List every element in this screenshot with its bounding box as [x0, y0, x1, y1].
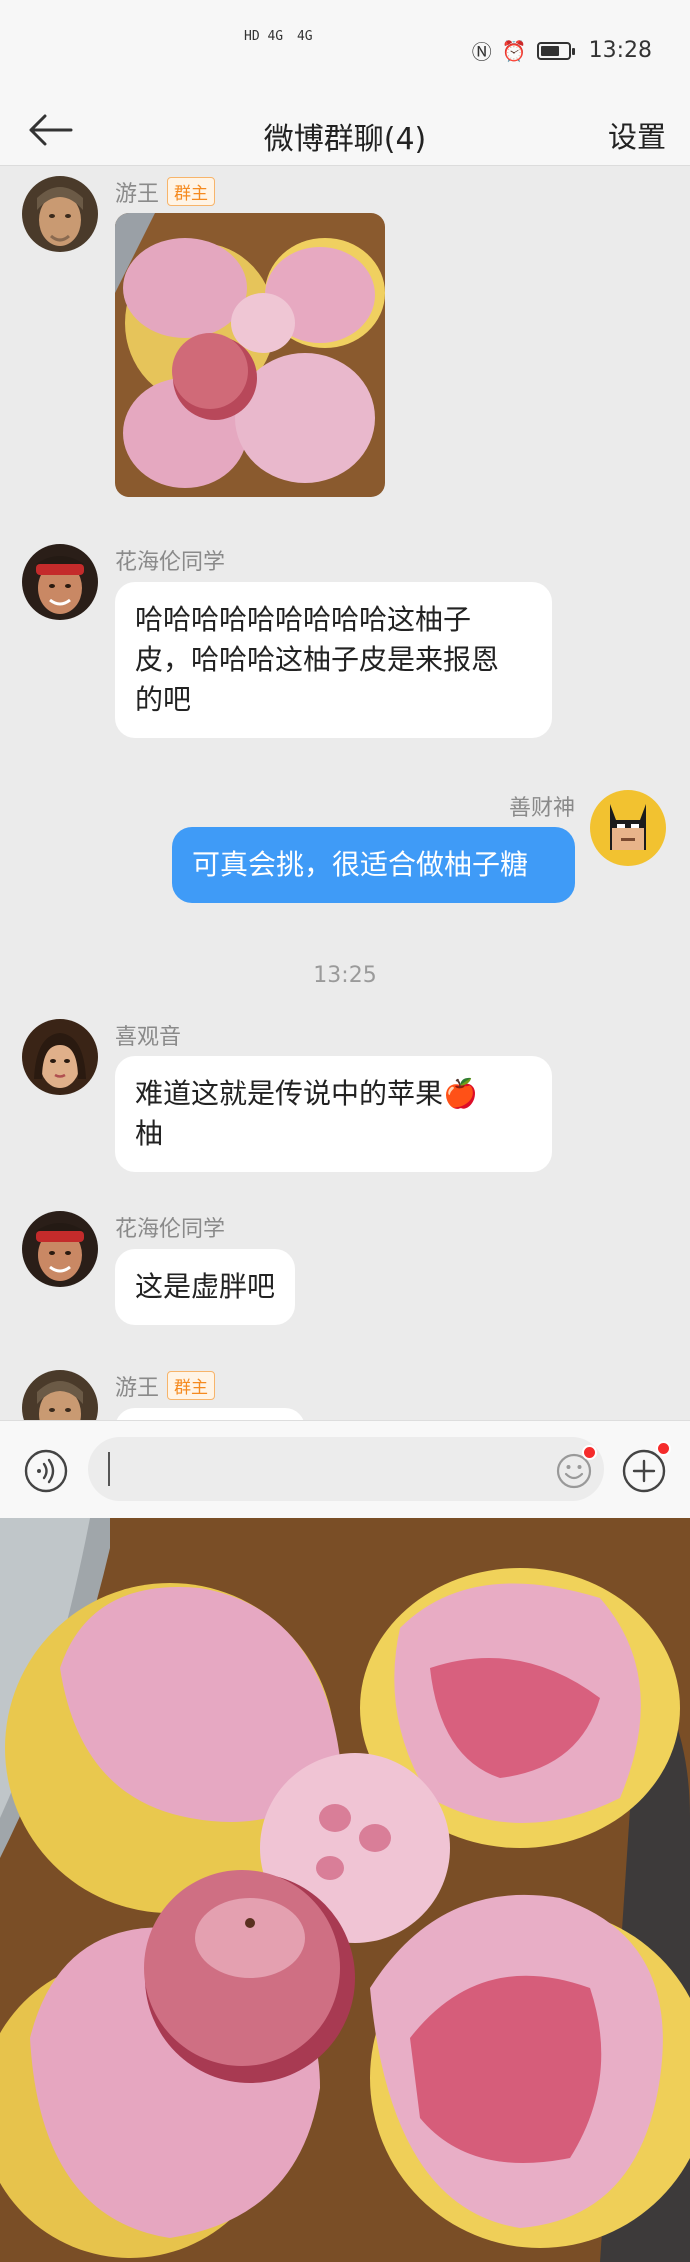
- notification-dot: [656, 1441, 671, 1456]
- message-line: 可真会挑，很适合做柚子糖: [192, 848, 529, 881]
- avatar-huahailun[interactable]: [22, 1211, 98, 1287]
- settings-button[interactable]: 设置: [608, 114, 666, 156]
- status-icons: Ⓝ ⏰ 13:28: [472, 36, 652, 65]
- plus-button[interactable]: [622, 1441, 671, 1493]
- message-line: 哈哈哈哈哈哈哈哈哈这柚子: [135, 603, 472, 636]
- avatar-xiguanyin[interactable]: [22, 1019, 98, 1095]
- message-bubble[interactable]: 这是虚胖吧: [115, 1249, 296, 1325]
- nfc-icon: Ⓝ: [471, 40, 492, 64]
- plus-icon: [622, 1449, 666, 1493]
- nav-bar: 微博群聊(4) 设置: [0, 94, 690, 166]
- battery-icon: [536, 41, 575, 60]
- message-list[interactable]: 游王 群主 花海伦同学 哈哈哈哈哈哈哈哈哈这柚子 皮，哈哈哈这柚子皮是来报恩 的…: [0, 166, 690, 1420]
- voice-icon: [24, 1449, 68, 1493]
- network-right: 4G: [296, 29, 313, 44]
- message-bubble[interactable]: 哈哈哈哈哈哈哈哈哈这柚子 皮，哈哈哈这柚子皮是来报恩 的吧: [115, 582, 552, 738]
- group-owner-badge: 群主: [167, 1371, 216, 1400]
- voice-button[interactable]: [24, 1449, 68, 1493]
- emoji-button[interactable]: [556, 1445, 597, 1489]
- page-title: 微博群聊(4): [263, 122, 427, 157]
- avatar-youwang[interactable]: [22, 176, 98, 252]
- message-input[interactable]: [88, 1437, 604, 1501]
- input-bar: [0, 1420, 690, 1518]
- sender-name: 游王 群主: [115, 176, 216, 208]
- message-bubble[interactable]: 难道这就是传说中的苹果🍎 柚: [115, 1056, 552, 1172]
- alarm-icon: ⏰: [501, 38, 527, 63]
- message-line: 难道这就是传说中的苹果🍎: [135, 1077, 478, 1110]
- time-separator: 13:25: [313, 963, 377, 988]
- image-message[interactable]: [115, 213, 385, 497]
- sender-name: 游王 群主: [115, 1370, 216, 1402]
- avatar-youwang[interactable]: [22, 1370, 98, 1420]
- avatar-huahailun[interactable]: [22, 544, 98, 620]
- notification-dot: [582, 1445, 597, 1460]
- sender-name: 善财神: [508, 796, 575, 821]
- status-bar: HD 4G 4G Ⓝ ⏰ 13:28: [0, 0, 690, 94]
- message-bubble-self[interactable]: 可真会挑，很适合做柚子糖: [172, 827, 575, 903]
- avatar-self[interactable]: [590, 790, 666, 866]
- message-line: 的吧: [135, 683, 192, 716]
- sender-name: 喜观音: [115, 1025, 182, 1050]
- message-line: 皮，哈哈哈这柚子皮是来报恩: [135, 643, 500, 676]
- message-line: 这是虚胖吧: [135, 1270, 276, 1303]
- clock: 13:28: [588, 38, 652, 63]
- message-bubble[interactable]: [115, 1408, 305, 1420]
- sender-name: 花海伦同学: [115, 550, 226, 575]
- group-owner-badge: 群主: [167, 177, 216, 206]
- text-cursor: [108, 1452, 110, 1486]
- sender-name: 花海伦同学: [115, 1217, 226, 1242]
- network-indicator: HD 4G 4G: [244, 30, 319, 44]
- message-line: 柚: [135, 1117, 164, 1150]
- network-left: HD 4G: [244, 29, 284, 44]
- battery-fill: [540, 45, 559, 56]
- photo-panel[interactable]: [0, 1518, 690, 2262]
